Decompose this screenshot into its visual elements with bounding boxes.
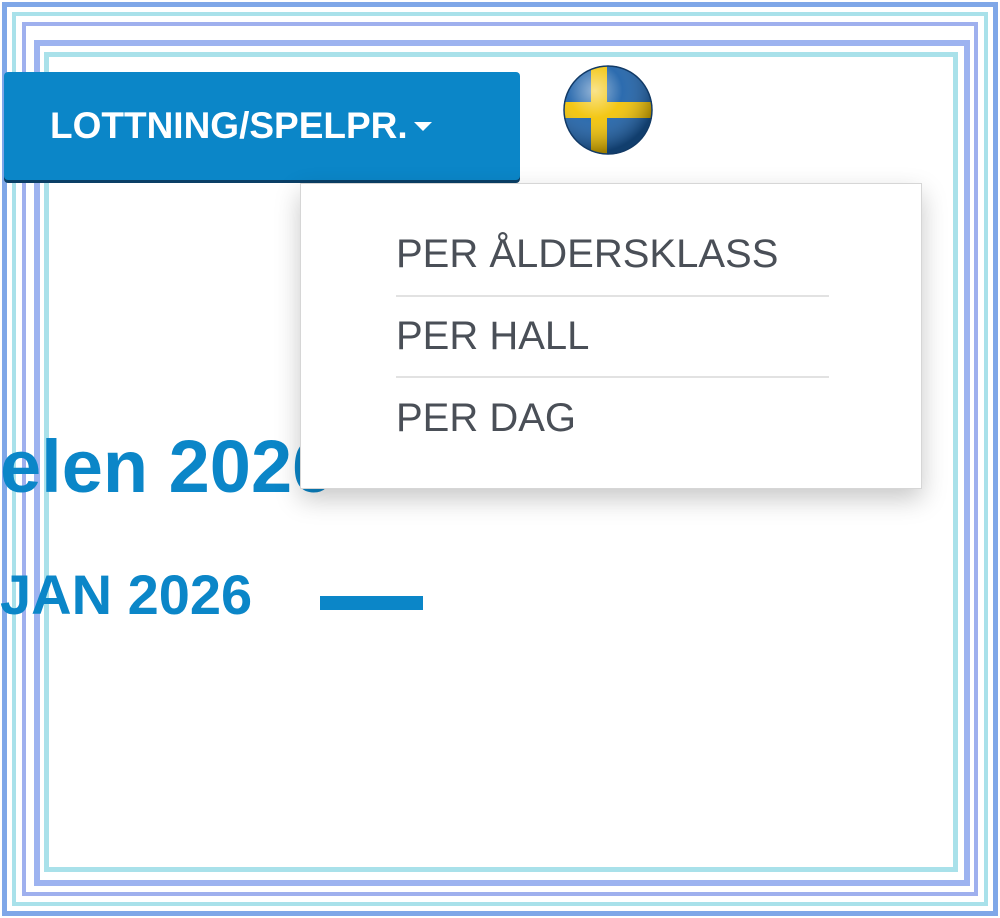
dropdown-menu: PER ÅLDERSKLASS PER HALL PER DAG — [300, 183, 922, 489]
sweden-flag-icon[interactable] — [563, 65, 653, 155]
event-title: elen 2026 — [0, 425, 334, 508]
menu-item-per-dag[interactable]: PER DAG — [396, 396, 829, 441]
caret-down-icon — [413, 121, 432, 131]
menu-item-per-aldersklass[interactable]: PER ÅLDERSKLASS — [396, 232, 829, 277]
page: LOTTNING/SPELPR. elen 2026 JAN 2026 PER … — [0, 0, 1000, 918]
menu-item-per-hall[interactable]: PER HALL — [396, 314, 829, 359]
lottning-dropdown-button[interactable]: LOTTNING/SPELPR. — [4, 72, 520, 180]
menu-divider — [396, 295, 829, 297]
title-underline — [320, 596, 423, 610]
menu-divider — [396, 376, 829, 378]
dropdown-button-label: LOTTNING/SPELPR. — [50, 105, 408, 146]
event-date: JAN 2026 — [0, 563, 253, 626]
